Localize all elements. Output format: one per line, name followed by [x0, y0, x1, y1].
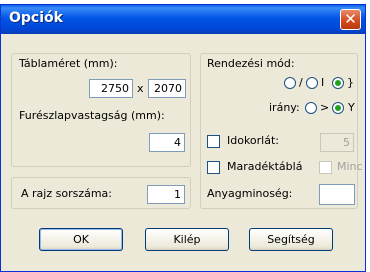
timelimit-checkbox[interactable]	[207, 135, 220, 148]
sort-mode-radio-2[interactable]	[306, 77, 318, 89]
dialog-title: Opciók	[9, 10, 63, 26]
timelimit-label: Idokorlát:	[227, 134, 280, 147]
kerf-label: Furészlapvastagság (mm):	[19, 109, 165, 122]
ok-button[interactable]: OK	[39, 228, 123, 251]
sort-mode-label: Rendezési mód:	[207, 57, 295, 70]
direction-option-1: >	[320, 101, 330, 114]
timelimit-input[interactable]: 5	[320, 133, 354, 152]
material-label: Anyagminoség:	[207, 187, 293, 200]
close-button[interactable]: ✕	[340, 9, 361, 30]
direction-label: irány:	[269, 101, 300, 114]
exit-button[interactable]: Kilép	[145, 228, 229, 251]
material-input[interactable]	[319, 184, 355, 205]
title-bar[interactable]: Opciók ✕	[1, 5, 365, 34]
remainder-label: Maradéktáblá	[227, 160, 303, 173]
board-height-input[interactable]: 2070	[148, 79, 186, 98]
help-button[interactable]: Segítség	[249, 228, 333, 251]
board-width-input[interactable]: 2750	[89, 79, 133, 98]
kerf-input[interactable]: 4	[149, 133, 185, 152]
board-size-label: Táblaméret (mm):	[19, 57, 118, 70]
sort-mode-option-3: }	[347, 76, 354, 89]
direction-radio-1[interactable]	[305, 102, 317, 114]
sort-mode-radio-1[interactable]	[284, 77, 296, 89]
remainder-min-label: Minc	[337, 160, 363, 173]
sort-mode-radio-3[interactable]	[332, 77, 344, 89]
options-dialog: Opciók ✕ Táblaméret (mm): 2750 x 2070 Fu…	[0, 4, 366, 272]
close-icon: ✕	[344, 10, 357, 28]
remainder-checkbox[interactable]	[207, 161, 220, 174]
times-sign: x	[137, 82, 144, 95]
remainder-min-checkbox[interactable]	[319, 161, 332, 174]
sort-mode-option-2: I	[321, 76, 325, 89]
direction-option-2: Y	[348, 101, 355, 114]
sort-mode-option-1: /	[299, 76, 303, 89]
drawing-number-label: A rajz sorszáma:	[21, 187, 113, 200]
direction-radio-2[interactable]	[332, 102, 344, 114]
drawing-number-input[interactable]: 1	[147, 185, 185, 204]
